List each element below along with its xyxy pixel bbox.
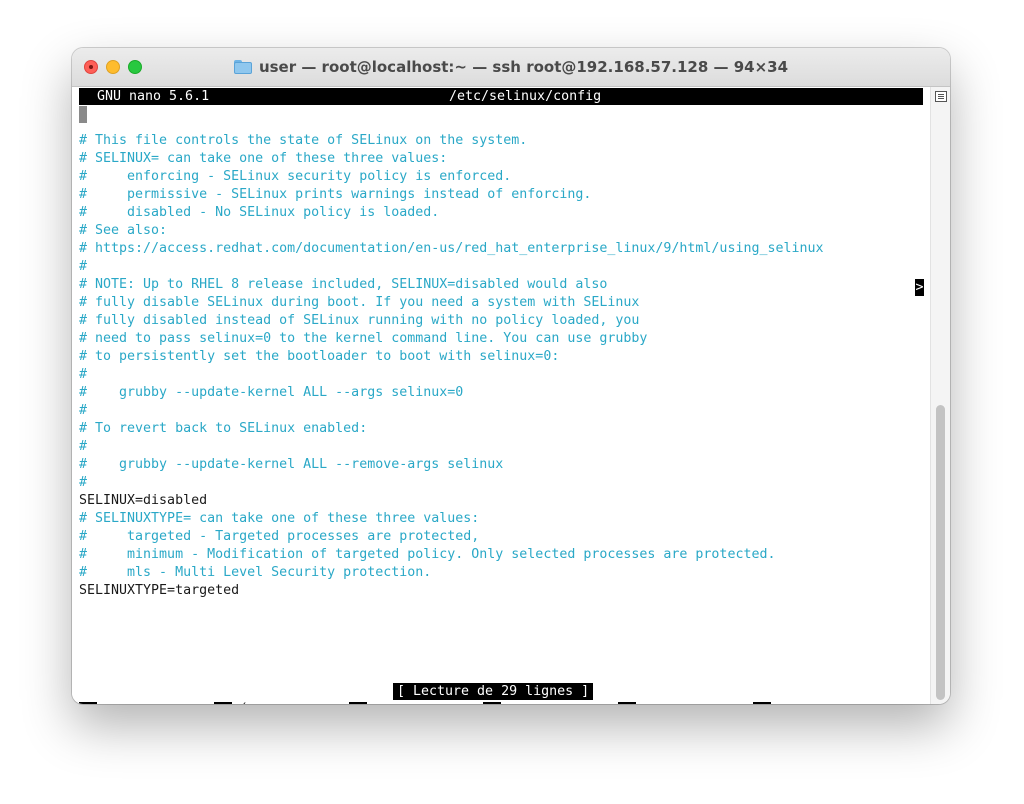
status-message: [ Lecture de 29 lignes ] [393, 683, 594, 700]
window-title-text: user — root@localhost:~ — ssh root@192.1… [258, 58, 789, 76]
shortcut-item[interactable]: ^CEmplacement [753, 702, 867, 704]
comment-line: # [79, 403, 88, 418]
comment-line: # [79, 259, 88, 274]
comment-line: # [79, 367, 88, 382]
comment-line: # disabled - No SELinux policy is loaded… [79, 205, 440, 220]
nano-filename: /etc/selinux/config [449, 89, 602, 104]
folder-icon [233, 60, 252, 74]
title-bar[interactable]: user — root@localhost:~ — ssh root@192.1… [72, 48, 950, 87]
comment-line: # To revert back to SELinux enabled: [79, 421, 368, 436]
line-overflow-marker: > [915, 279, 924, 296]
nano-header-bar: GNU nano 5.6.1 /etc/selinux/config [79, 88, 923, 105]
comment-line: # targeted - Targeted processes are prot… [79, 529, 480, 544]
shortcut-item[interactable]: ^WChercher [349, 702, 439, 704]
comment-line: # minimum - Modification of targeted pol… [79, 547, 776, 562]
comment-line: # grubby --update-kernel ALL --remove-ar… [79, 457, 504, 472]
scrollbar-thumb[interactable] [936, 405, 945, 700]
menu-icon[interactable] [935, 91, 947, 102]
shortcut-key: ^G [79, 702, 97, 704]
shortcut-key: ^W [349, 702, 367, 704]
shortcut-item[interactable]: ^OÉcrire [214, 702, 288, 704]
comment-line: # permissive - SELinux prints warnings i… [79, 187, 592, 202]
shortcut-item[interactable]: ^TExécuter [618, 702, 708, 704]
config-setting-line: SELINUX=disabled [79, 493, 208, 508]
shortcut-key: ^C [753, 702, 771, 704]
comment-line: # SELINUX= can take one of these three v… [79, 151, 448, 166]
window-title: user — root@localhost:~ — ssh root@192.1… [72, 48, 950, 86]
terminal-window: user — root@localhost:~ — ssh root@192.1… [72, 48, 950, 704]
nano-version: GNU nano 5.6.1 [97, 89, 210, 104]
comment-line: # SELINUXTYPE= can take one of these thr… [79, 511, 480, 526]
scrollbar[interactable] [930, 87, 950, 704]
comment-line: # [79, 439, 88, 454]
comment-line: # grubby --update-kernel ALL --args seli… [79, 385, 464, 400]
shortcut-key: ^T [618, 702, 636, 704]
comment-line: # mls - Multi Level Security protection. [79, 565, 432, 580]
comment-line: # This file controls the state of SELinu… [79, 133, 528, 148]
comment-line: # fully disable SELinux during boot. If … [79, 295, 640, 310]
shortcut-item[interactable]: ^GAide [79, 702, 137, 704]
comment-line: # to persistently set the bootloader to … [79, 349, 560, 364]
comment-line: # [79, 475, 88, 490]
comment-line: # fully disabled instead of SELinux runn… [79, 313, 640, 328]
comment-line: # need to pass selinux=0 to the kernel c… [79, 331, 648, 346]
shortcut-item[interactable]: ^KCouper [483, 702, 557, 704]
text-cursor [79, 106, 87, 123]
config-setting-line: SELINUXTYPE=targeted [79, 583, 240, 598]
comment-line: # See also: [79, 223, 168, 238]
shortcut-key: ^O [214, 702, 232, 704]
shortcut-key: ^K [483, 702, 501, 704]
comment-line: # NOTE: Up to RHEL 8 release included, S… [79, 277, 608, 292]
comment-line: # https://access.redhat.com/documentatio… [79, 241, 824, 256]
terminal-content[interactable]: GNU nano 5.6.1 /etc/selinux/config # Thi… [72, 87, 930, 704]
comment-line: # enforcing - SELinux security policy is… [79, 169, 512, 184]
